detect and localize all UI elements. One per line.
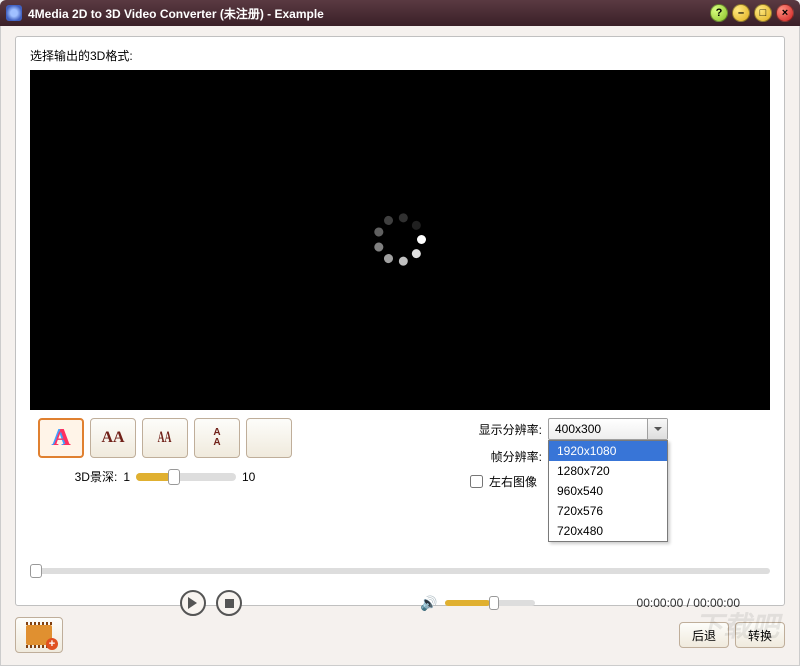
playback-controls: 🔊 00:00:00 / 00:00:00 — [30, 588, 770, 618]
swap-lr-checkbox[interactable] — [470, 475, 483, 488]
stop-button[interactable] — [216, 590, 242, 616]
stop-icon — [225, 599, 234, 608]
seek-thumb[interactable] — [30, 564, 42, 578]
resolution-dropdown: 1920x1080 1280x720 960x540 720x576 720x4… — [548, 440, 668, 542]
play-icon — [188, 597, 203, 609]
play-button[interactable] — [180, 590, 206, 616]
framerate-label: 帧分辨率: — [470, 448, 542, 465]
resolution-option[interactable]: 720x480 — [549, 521, 667, 541]
volume-icon[interactable]: 🔊 — [420, 595, 437, 612]
maximize-button[interactable]: □ — [754, 4, 772, 22]
seek-bar[interactable] — [30, 568, 770, 574]
volume-slider[interactable] — [445, 600, 535, 606]
video-preview — [30, 70, 770, 410]
resolution-option[interactable]: 960x540 — [549, 481, 667, 501]
back-button[interactable]: 后退 — [679, 622, 729, 648]
depth-max: 10 — [242, 470, 255, 484]
time-display: 00:00:00 / 00:00:00 — [637, 596, 740, 610]
chevron-down-icon — [647, 419, 667, 439]
depth-min: 1 — [123, 470, 130, 484]
resolution-combo[interactable]: 400x300 — [548, 418, 668, 440]
app-icon — [6, 5, 22, 21]
main-panel: 选择输出的3D格式: A AA AA AA — [15, 36, 785, 606]
output-format-label: 选择输出的3D格式: — [30, 47, 770, 64]
resolution-option[interactable]: 1280x720 — [549, 461, 667, 481]
minimize-button[interactable]: – — [732, 4, 750, 22]
output-settings: 显示分辨率: 400x300 1920x1080 1280x720 960x54… — [470, 418, 770, 498]
convert-button[interactable]: 转换 — [735, 622, 785, 648]
close-button[interactable]: × — [776, 4, 794, 22]
work-area: 选择输出的3D格式: A AA AA AA — [0, 26, 800, 666]
help-button[interactable]: ? — [710, 4, 728, 22]
window-title: 4Media 2D to 3D Video Converter (未注册) - … — [28, 5, 324, 22]
title-bar: 4Media 2D to 3D Video Converter (未注册) - … — [0, 0, 800, 26]
mode-top-bottom[interactable]: AA — [194, 418, 240, 458]
sbs-icon: AA — [101, 429, 124, 447]
depth-slider[interactable] — [136, 473, 236, 481]
resolution-value: 400x300 — [555, 422, 601, 436]
depth-control: 3D景深: 1 10 — [75, 468, 256, 485]
mode-side-by-side[interactable]: AA — [90, 418, 136, 458]
resolution-option[interactable]: 720x576 — [549, 501, 667, 521]
resolution-option[interactable]: 1920x1080 — [549, 441, 667, 461]
plus-icon: + — [46, 638, 58, 650]
depth-label: 3D景深: — [75, 468, 118, 485]
mode-interlaced[interactable] — [246, 418, 292, 458]
anaglyph-icon: A — [52, 425, 69, 452]
mode-side-by-side-half[interactable]: AA — [142, 418, 188, 458]
sbs-half-icon: AA — [158, 429, 172, 447]
mode-selector: A AA AA AA 3D景深: 1 10 — [30, 418, 300, 485]
tb-icon: AA — [213, 428, 220, 448]
loading-spinner-icon — [370, 210, 430, 270]
add-file-button[interactable]: + — [15, 617, 63, 653]
footer: + 后退 转换 — [15, 615, 785, 655]
mode-anaglyph[interactable]: A — [38, 418, 84, 458]
resolution-label: 显示分辨率: — [470, 421, 542, 438]
swap-lr-label: 左右图像 — [489, 473, 537, 490]
